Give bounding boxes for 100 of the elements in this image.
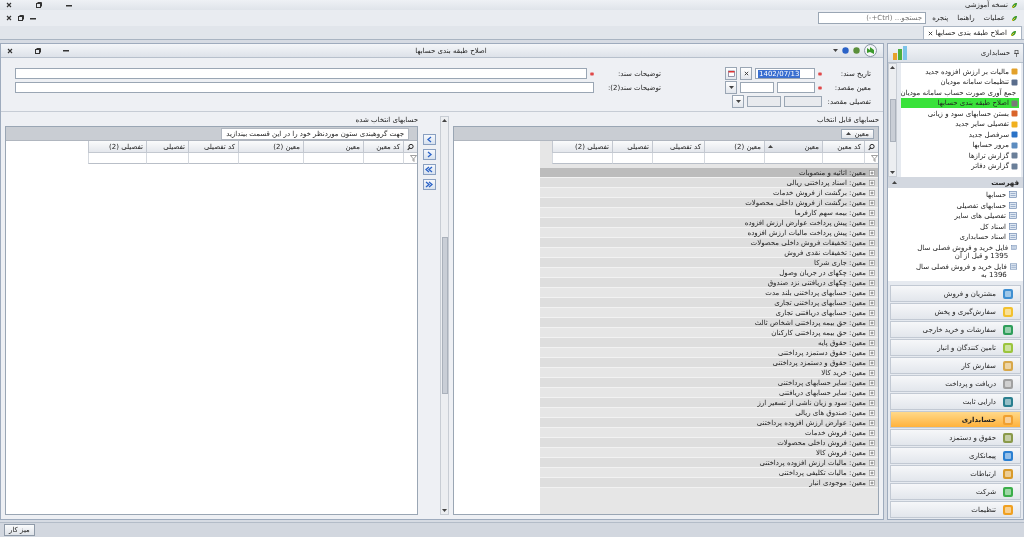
scrollbar[interactable] — [888, 63, 897, 177]
description-field[interactable] — [15, 82, 594, 93]
close-icon[interactable] — [6, 15, 12, 21]
expand-icon[interactable] — [869, 359, 875, 366]
pin-icon[interactable] — [1014, 49, 1019, 57]
filter-cell[interactable] — [363, 153, 403, 164]
module-icon — [1002, 323, 1014, 336]
move-button[interactable] — [422, 134, 436, 145]
caret-icon — [833, 49, 838, 52]
calendar-button[interactable] — [725, 67, 737, 80]
expand-icon[interactable] — [869, 239, 875, 246]
expand-icon[interactable] — [869, 259, 875, 266]
list-icon — [1009, 233, 1017, 241]
expand-icon[interactable] — [869, 479, 875, 486]
expand-icon[interactable] — [869, 369, 875, 376]
bar-chart-icon — [892, 45, 908, 62]
filter-cell[interactable] — [188, 153, 238, 164]
filter-cell[interactable] — [652, 153, 704, 164]
minimize-icon[interactable] — [30, 16, 36, 20]
minimize-icon[interactable] — [63, 49, 69, 52]
minimize-icon[interactable] — [66, 3, 72, 7]
expand-icon[interactable] — [869, 319, 875, 326]
restore-icon[interactable] — [18, 15, 24, 21]
expand-icon[interactable] — [869, 229, 875, 236]
dropdown-button[interactable] — [725, 81, 737, 94]
expand-icon[interactable] — [869, 309, 875, 316]
filter-cell[interactable] — [238, 153, 303, 164]
list-icon — [1009, 212, 1017, 220]
expand-icon[interactable] — [869, 389, 875, 396]
filter-icon[interactable] — [410, 154, 417, 162]
expand-icon[interactable] — [869, 219, 875, 226]
expand-icon[interactable] — [869, 419, 875, 426]
filter-cell[interactable] — [88, 153, 146, 164]
caret-icon — [735, 100, 741, 103]
close-icon[interactable] — [6, 2, 12, 8]
expand-icon[interactable] — [869, 189, 875, 196]
close-tab-icon[interactable] — [927, 30, 933, 36]
leaf-icon — [1011, 14, 1018, 22]
name-field[interactable] — [740, 82, 774, 93]
expand-icon[interactable] — [869, 199, 875, 206]
sort-arrow-icon — [846, 132, 852, 135]
restore-icon[interactable] — [35, 47, 41, 54]
move-button[interactable] — [422, 149, 436, 160]
expand-icon[interactable] — [869, 399, 875, 406]
module-icon — [1002, 413, 1014, 426]
move-all-button[interactable] — [422, 179, 436, 190]
expand-icon[interactable] — [869, 279, 875, 286]
caret-icon — [442, 509, 447, 512]
scrollbar[interactable] — [440, 116, 449, 515]
expand-icon[interactable] — [869, 209, 875, 216]
sort-arrow-icon — [890, 66, 895, 70]
expand-icon[interactable] — [869, 349, 875, 356]
module-icon — [1002, 395, 1014, 408]
search-icon[interactable] — [407, 142, 414, 151]
expand-icon[interactable] — [869, 169, 875, 176]
expand-icon[interactable] — [869, 179, 875, 186]
filter-cell[interactable] — [822, 153, 864, 164]
sort-arrow-icon — [768, 145, 773, 148]
calendar-icon — [727, 70, 735, 77]
filter-cell[interactable] — [403, 153, 417, 164]
expand-icon[interactable] — [869, 409, 875, 416]
filter-icon[interactable] — [871, 154, 878, 162]
module-icon — [1002, 485, 1014, 498]
expand-icon[interactable] — [869, 269, 875, 276]
search-icon[interactable] — [868, 142, 875, 151]
module-icon — [1002, 287, 1014, 300]
expand-icon[interactable] — [869, 449, 875, 456]
filter-cell[interactable] — [764, 153, 822, 164]
module-icon — [1002, 503, 1014, 516]
expand-icon[interactable] — [869, 469, 875, 476]
code-field[interactable] — [777, 82, 815, 93]
clear-icon[interactable] — [743, 71, 749, 76]
description-field[interactable] — [15, 68, 587, 79]
module-icon — [1002, 341, 1014, 354]
module-icon — [1002, 449, 1014, 462]
expand-icon[interactable] — [869, 439, 875, 446]
sort-arrow-icon — [892, 181, 897, 185]
leaf-icon — [1011, 1, 1018, 9]
module-icon — [1002, 377, 1014, 390]
expand-icon[interactable] — [869, 339, 875, 346]
move-all-button[interactable] — [422, 164, 436, 175]
list-icon — [1009, 191, 1017, 199]
filter-cell[interactable] — [146, 153, 188, 164]
filter-cell[interactable] — [704, 153, 764, 164]
expand-icon[interactable] — [869, 379, 875, 386]
expand-icon[interactable] — [869, 289, 875, 296]
expand-icon[interactable] — [869, 299, 875, 306]
filter-cell[interactable] — [612, 153, 652, 164]
expand-icon[interactable] — [869, 249, 875, 256]
filter-cell[interactable] — [552, 153, 612, 164]
restore-icon[interactable] — [36, 2, 42, 8]
filter-cell[interactable] — [864, 153, 878, 164]
expand-icon[interactable] — [869, 429, 875, 436]
filter-cell[interactable] — [303, 153, 363, 164]
close-icon[interactable] — [7, 47, 13, 54]
expand-icon[interactable] — [869, 329, 875, 336]
clear-button[interactable] — [740, 67, 752, 80]
expand-icon[interactable] — [869, 459, 875, 466]
caret-icon — [728, 86, 734, 89]
double-chevron-icon — [424, 181, 434, 188]
